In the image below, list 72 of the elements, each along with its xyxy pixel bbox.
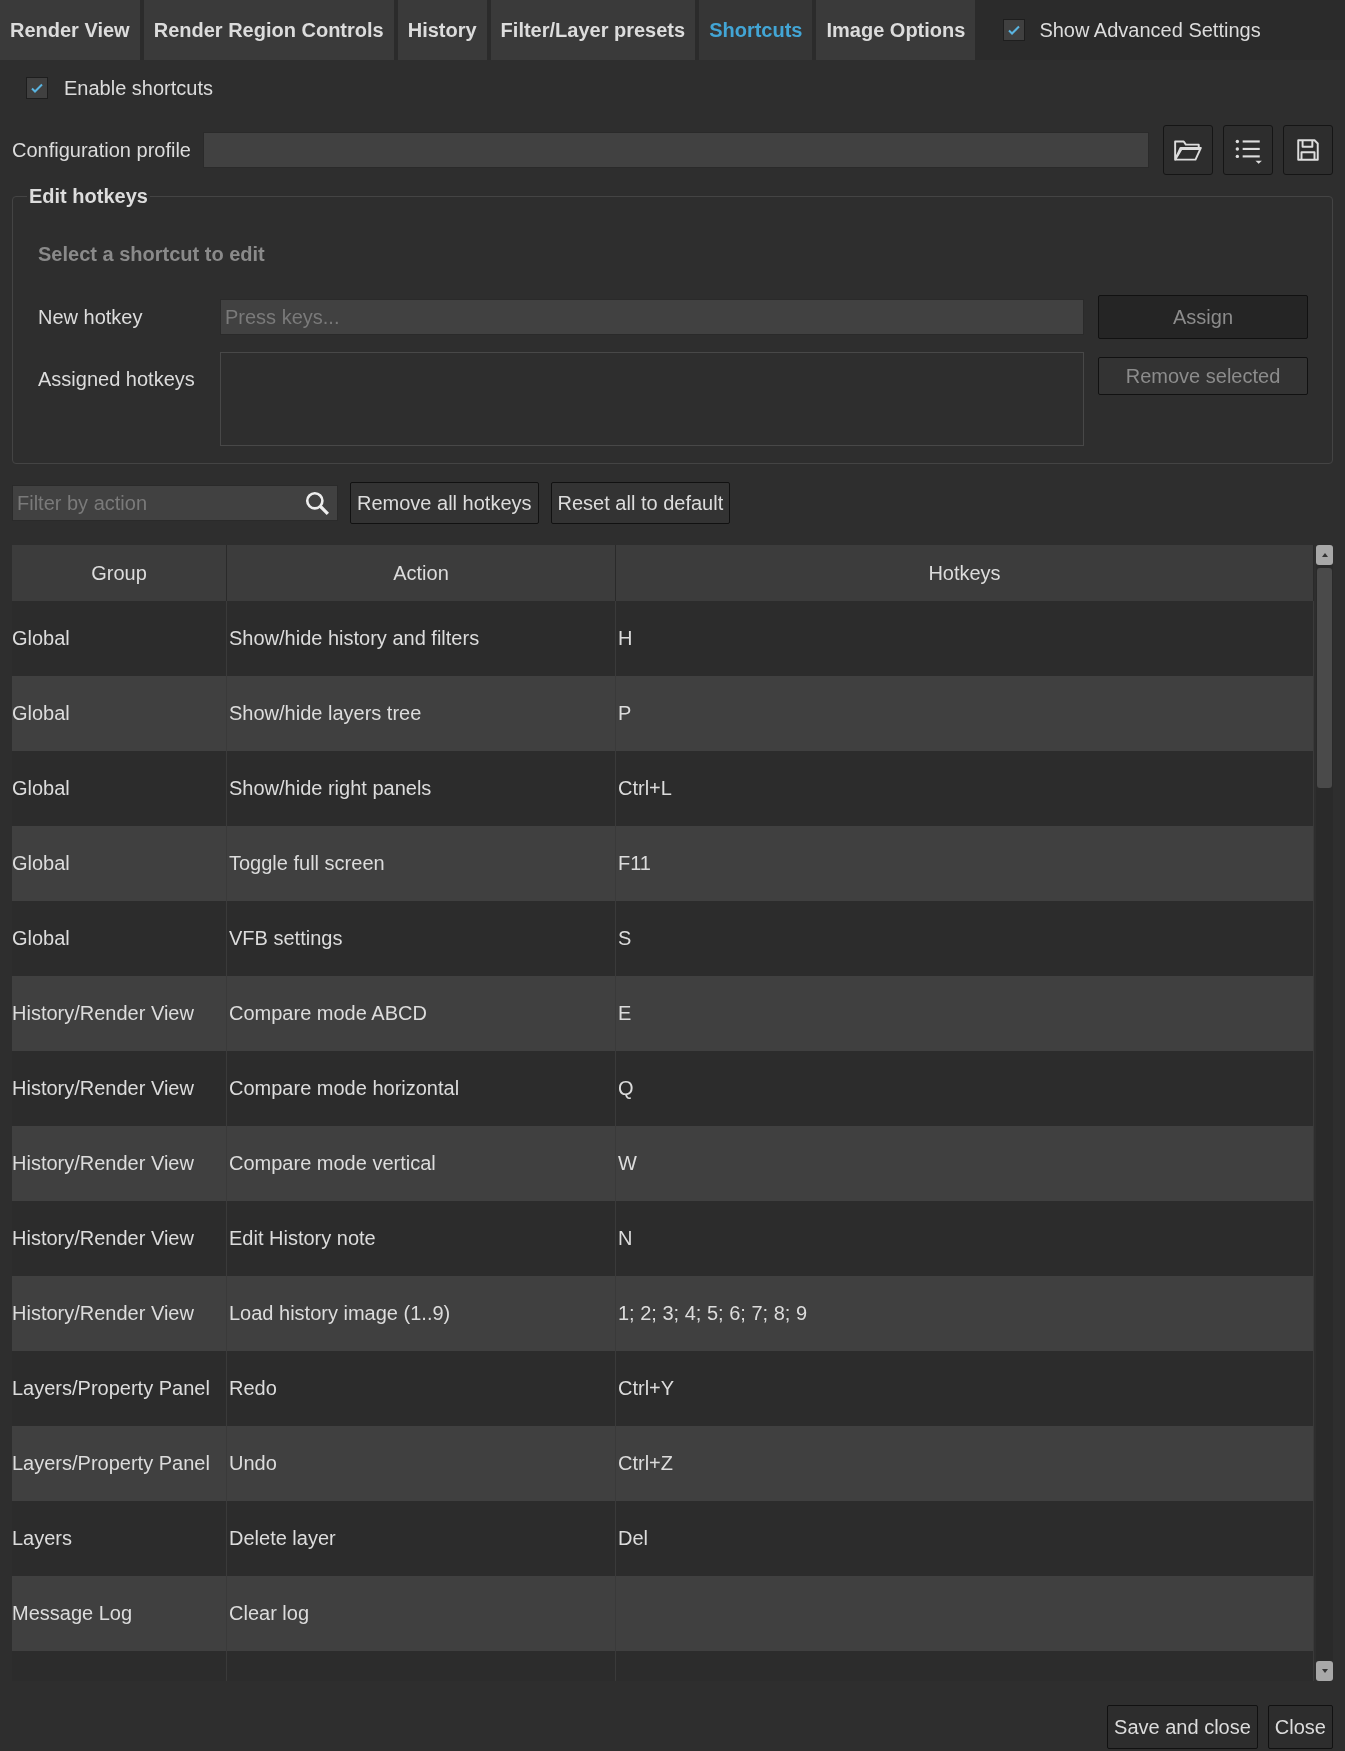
tab[interactable]: Shortcuts xyxy=(699,0,813,60)
table-cell: History/Render View xyxy=(12,1302,194,1325)
search-icon xyxy=(304,490,330,516)
table-cell: Global xyxy=(12,852,70,875)
scroll-down-icon[interactable] xyxy=(1316,1661,1333,1681)
checkbox-label: Enable shortcuts xyxy=(64,76,213,100)
table-cell: Ctrl+L xyxy=(618,777,672,800)
table-cell: Compare mode ABCD xyxy=(229,1002,427,1025)
action-button[interactable]: Remove all hotkeys xyxy=(350,482,539,524)
folder-icon xyxy=(1173,137,1203,163)
table-cell: Undo xyxy=(229,1452,277,1475)
open-folder-button[interactable] xyxy=(1163,125,1213,175)
table-cell: Ctrl+Y xyxy=(618,1377,675,1400)
save-button[interactable] xyxy=(1283,125,1333,175)
table-cell: Toggle full screen xyxy=(229,852,385,875)
tab[interactable]: Render Region Controls xyxy=(143,0,394,60)
table-cell: Load history image (1..9) xyxy=(229,1302,451,1325)
table-cell: Show/hide right panels xyxy=(229,777,432,800)
hotkey-field[interactable]: Press keys... xyxy=(220,299,1084,335)
hint-text: Select a shortcut to edit xyxy=(38,243,266,267)
table-cell: Clear log xyxy=(229,1602,310,1625)
table-cell: E xyxy=(618,1002,632,1025)
table-cell: Layers xyxy=(12,1527,73,1550)
table-cell: Q xyxy=(618,1077,634,1100)
table-cell: W xyxy=(618,1152,637,1175)
scroll-thumb[interactable] xyxy=(1317,568,1332,788)
table-cell: Redo xyxy=(229,1377,277,1400)
dialog-button[interactable]: Save and close xyxy=(1107,1705,1258,1749)
table-cell: Show/hide layers tree xyxy=(229,702,422,725)
scroll-track[interactable] xyxy=(1316,545,1333,1681)
list-menu-button[interactable] xyxy=(1223,125,1273,175)
table-cell: VFB settings xyxy=(229,927,343,950)
table-cell: Global xyxy=(12,702,70,725)
table-cell: F11 xyxy=(618,852,651,875)
table-cell: H xyxy=(618,627,633,650)
table-cell: Message Log xyxy=(12,1602,133,1625)
action-button[interactable]: Reset all to default xyxy=(550,482,731,524)
checkbox-label: Show Advanced Settings xyxy=(1039,18,1261,42)
table-cell: Show/hide history and filters xyxy=(229,627,480,650)
table-cell: Del xyxy=(618,1527,648,1550)
table-cell: Global xyxy=(12,777,70,800)
scroll-up-icon[interactable] xyxy=(1316,545,1333,565)
table-cell: P xyxy=(618,702,632,725)
table-cell: Edit History note xyxy=(229,1227,376,1250)
save-icon xyxy=(1295,137,1321,163)
dialog-button[interactable]: Close xyxy=(1267,1705,1333,1749)
table-cell: Compare mode vertical xyxy=(229,1152,436,1175)
table-cell: History/Render View xyxy=(12,1227,194,1250)
group-title: Edit hotkeys xyxy=(27,185,150,208)
table-cell: S xyxy=(618,927,632,950)
table-cell: Layers/Property Panel xyxy=(12,1377,210,1400)
field-label: Assigned hotkeys xyxy=(38,368,196,391)
search-field[interactable]: Filter by action xyxy=(12,485,338,521)
table-cell: Layers/Property Panel xyxy=(12,1452,210,1475)
checkbox[interactable] xyxy=(1003,19,1026,41)
table-cell: Compare mode horizontal xyxy=(229,1077,460,1100)
tab[interactable]: History xyxy=(397,0,487,60)
checkbox[interactable] xyxy=(26,77,48,99)
table-cell: N xyxy=(618,1227,633,1250)
table-cell: History/Render View xyxy=(12,1077,194,1100)
field-label: Configuration profile xyxy=(12,138,191,162)
table-cell: History/Render View xyxy=(12,1152,194,1175)
tab[interactable]: Render View xyxy=(0,0,140,60)
field-label: New hotkey xyxy=(38,305,144,329)
table-cell: History/Render View xyxy=(12,1002,194,1025)
tab[interactable]: Filter/Layer presets xyxy=(490,0,696,60)
table-cell: 1; 2; 3; 4; 5; 6; 7; 8; 9 xyxy=(618,1302,807,1325)
tab[interactable]: Image Options xyxy=(816,0,976,60)
table-cell: Global xyxy=(12,627,70,650)
table-cell: Delete layer xyxy=(229,1527,336,1550)
table-cell: Ctrl+Z xyxy=(618,1452,673,1475)
table-cell: Global xyxy=(12,927,70,950)
